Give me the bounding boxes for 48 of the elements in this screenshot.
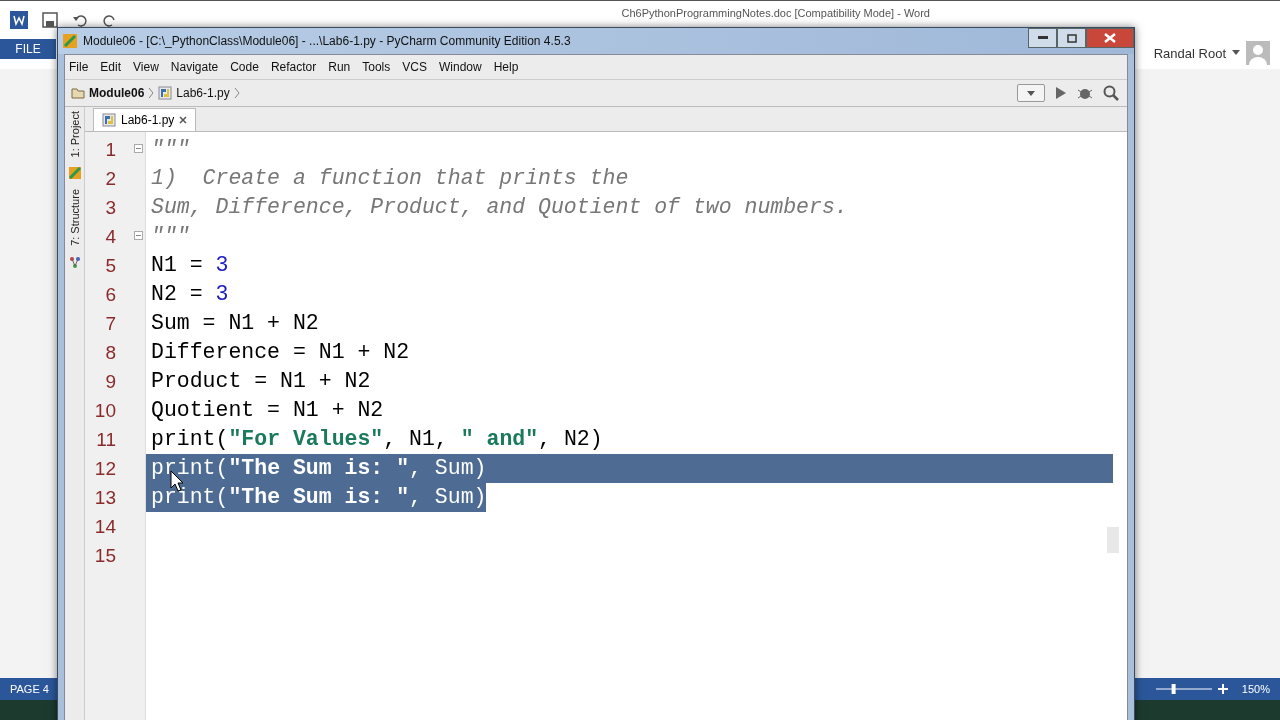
line-number: 12 bbox=[93, 457, 117, 481]
breadcrumb[interactable]: Lab6-1.py bbox=[176, 86, 230, 100]
line-number: 6 bbox=[104, 283, 117, 307]
code-line: 1) Create a function that prints the bbox=[150, 165, 629, 192]
menu-item[interactable]: File bbox=[69, 60, 89, 74]
menu-item[interactable]: Tools bbox=[362, 60, 391, 74]
file-tab[interactable]: FILE bbox=[0, 39, 56, 59]
menu-item[interactable]: Navigate bbox=[170, 60, 219, 74]
line-number: 4 bbox=[85, 222, 145, 251]
code-line: Quotient = N1 + N2 bbox=[150, 397, 384, 424]
menu-item[interactable]: VCS bbox=[402, 60, 427, 74]
line-number: 14 bbox=[93, 515, 117, 539]
menu-item[interactable]: Window bbox=[438, 60, 482, 74]
window-title: Module06 - [C:\_PythonClass\Module06] - ...\Lab6-1.py - PyCharm Community Edition 4.5.3 bbox=[83, 34, 571, 48]
code-line: """ bbox=[150, 136, 190, 163]
code-line: N1 = 3 bbox=[150, 252, 229, 279]
breadcrumb[interactable]: Module06 bbox=[89, 86, 145, 100]
user-name[interactable]: Randal Root bbox=[1153, 45, 1226, 61]
menu-item[interactable]: Refactor bbox=[270, 60, 317, 74]
word-window-title: Ch6PythonProgrammingNotes.doc [Compatibility Mode] - Word bbox=[621, 7, 930, 19]
line-number: 11 bbox=[95, 428, 117, 452]
menu-item[interactable]: Edit bbox=[100, 60, 122, 74]
line-number: 1 bbox=[85, 135, 145, 164]
menu-item[interactable]: View bbox=[133, 60, 159, 74]
line-number: 2 bbox=[104, 167, 117, 191]
code-line: """ bbox=[150, 223, 190, 250]
tool-window-tab[interactable]: 7: Structure bbox=[68, 189, 81, 247]
code-line: Product = N1 + N2 bbox=[150, 368, 371, 395]
menu-item[interactable]: Help bbox=[493, 60, 519, 74]
tool-window-tab[interactable]: 1: Project bbox=[68, 111, 81, 158]
page-status: PAGE 4 bbox=[10, 683, 49, 695]
line-number: 8 bbox=[104, 341, 117, 365]
line-number: 15 bbox=[93, 544, 117, 568]
line-number: 7 bbox=[104, 312, 117, 336]
line-number: 10 bbox=[93, 399, 117, 423]
line-number: 5 bbox=[104, 254, 117, 278]
file-tab[interactable]: Lab6-1.py bbox=[93, 108, 197, 131]
zoom-level: 150% bbox=[1241, 683, 1270, 695]
code-line: Difference = N1 + N2 bbox=[150, 339, 410, 366]
code-line: Sum, Difference, Product, and Quotient of two numbers. bbox=[150, 194, 848, 221]
code-line: Sum = N1 + N2 bbox=[150, 310, 319, 337]
line-number: 9 bbox=[104, 370, 117, 394]
line-number: 13 bbox=[93, 486, 117, 510]
line-number: 3 bbox=[104, 196, 117, 220]
code-line: N2 = 3 bbox=[150, 281, 229, 308]
menu-item[interactable]: Code bbox=[230, 60, 259, 74]
menu-item[interactable]: Run bbox=[328, 60, 351, 74]
code-line: print("For Values", N1, " and", N2) bbox=[150, 426, 603, 453]
